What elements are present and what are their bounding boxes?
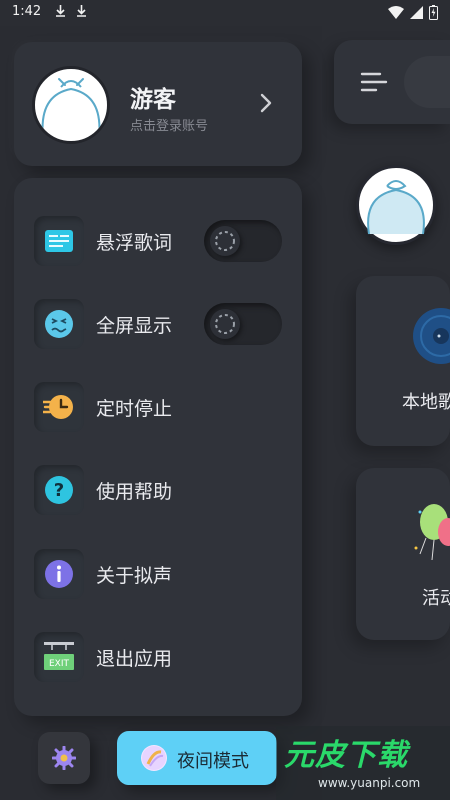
status-bar: 1:42 xyxy=(0,0,450,26)
watermark-logo: 元皮下载 xyxy=(284,738,408,773)
user-avatar[interactable] xyxy=(32,66,110,144)
avatar-illustration-icon xyxy=(367,180,425,235)
watermark-url: www.yuanpi.com xyxy=(318,776,421,790)
user-name: 游客 xyxy=(130,87,176,113)
menu-item-label: 全屏显示 xyxy=(96,315,173,337)
moon-icon xyxy=(142,746,166,770)
icon-box xyxy=(34,549,84,599)
help-icon: ? xyxy=(45,476,73,504)
activity-card[interactable]: 活动 xyxy=(356,468,450,640)
icon-box: EXIT xyxy=(34,632,84,682)
menu-item-label: 定时停止 xyxy=(96,398,173,420)
login-prompt[interactable]: 点击登录账号 xyxy=(130,115,208,134)
download-icon xyxy=(77,5,86,17)
loading-ring-icon xyxy=(215,314,235,334)
icon-box xyxy=(34,382,84,432)
exit-sign-icon: EXIT xyxy=(44,642,74,670)
toggle-knob xyxy=(210,309,240,339)
loading-ring-icon xyxy=(215,231,235,251)
menu-item-timer-stop[interactable]: 定时停止 xyxy=(30,377,302,437)
toggle-knob xyxy=(210,226,240,256)
chevron-right-icon[interactable] xyxy=(259,92,273,114)
lyrics-icon xyxy=(45,230,73,252)
menu-item-help[interactable]: ? 使用帮助 xyxy=(30,460,302,520)
night-mode-label: 夜间模式 xyxy=(177,751,249,772)
balloons-icon xyxy=(414,504,450,561)
fullscreen-face-icon xyxy=(45,310,73,338)
icon-box: ? xyxy=(34,465,84,515)
local-music-card[interactable]: 本地歌 xyxy=(356,276,450,446)
icon-box xyxy=(34,216,84,266)
icon-box xyxy=(34,299,84,349)
menu-item-label: 退出应用 xyxy=(96,648,173,670)
svg-text:EXIT: EXIT xyxy=(49,659,70,669)
menu-item-about[interactable]: 关于拟声 xyxy=(30,544,302,604)
local-music-label: 本地歌 xyxy=(402,392,450,413)
wifi-icon xyxy=(388,6,404,19)
night-mode-button[interactable]: 夜间模式 xyxy=(117,731,277,785)
vinyl-record-icon xyxy=(413,308,450,364)
menu-item-label: 使用帮助 xyxy=(96,481,173,503)
timer-icon xyxy=(43,395,73,419)
moon-icon xyxy=(141,745,167,771)
menu-item-label: 悬浮歌词 xyxy=(96,232,173,254)
info-icon xyxy=(45,560,73,588)
main-avatar[interactable] xyxy=(356,165,436,245)
avatar-illustration-icon xyxy=(41,78,101,138)
menu-icon[interactable] xyxy=(360,70,388,94)
menu-item-label: 关于拟声 xyxy=(96,565,173,587)
activity-label: 活动 xyxy=(422,588,450,609)
gear-icon xyxy=(52,746,76,770)
signal-icon xyxy=(410,6,423,19)
menu-item-exit[interactable]: EXIT 退出应用 xyxy=(30,627,302,687)
download-icon xyxy=(56,5,65,17)
battery-icon xyxy=(429,5,438,20)
search-bar[interactable] xyxy=(404,56,450,108)
status-time: 1:42 xyxy=(12,4,42,19)
settings-button[interactable] xyxy=(38,732,90,784)
menu-item-floating-lyrics[interactable]: 悬浮歌词 xyxy=(30,211,302,271)
svg-text:?: ? xyxy=(54,480,64,501)
floating-lyrics-toggle[interactable] xyxy=(204,220,282,262)
fullscreen-toggle[interactable] xyxy=(204,303,282,345)
menu-item-fullscreen[interactable]: 全屏显示 xyxy=(30,294,302,354)
